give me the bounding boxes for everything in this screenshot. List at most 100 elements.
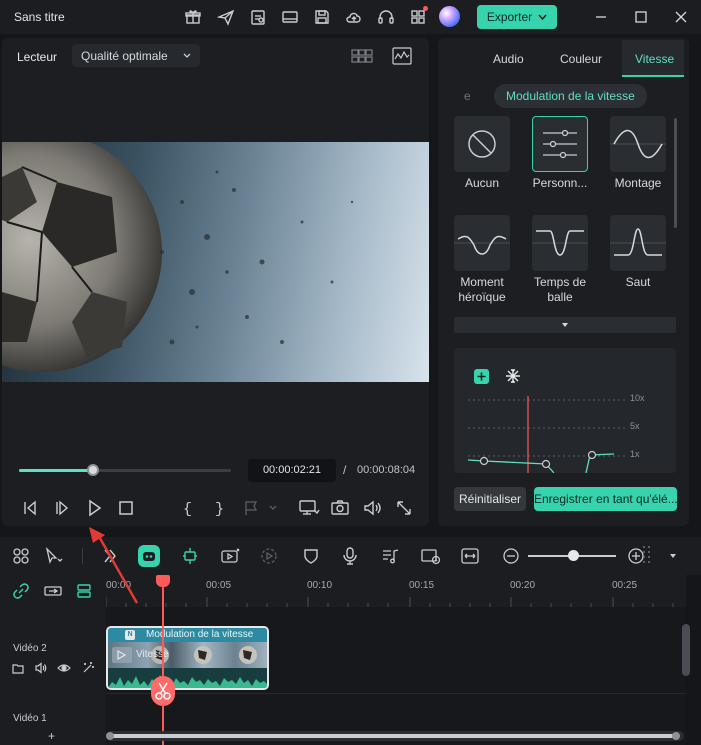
group-icon[interactable] <box>43 583 63 599</box>
marker-icon[interactable] <box>242 498 277 518</box>
maximize-icon[interactable] <box>632 8 650 26</box>
time-current[interactable]: 00:00:02:21 <box>248 459 336 482</box>
subtab-standard[interactable]: e <box>464 89 471 103</box>
link-icon[interactable] <box>12 583 30 599</box>
playhead-handle[interactable] <box>156 575 170 587</box>
caret-down-icon[interactable] <box>669 553 677 559</box>
folder-icon[interactable] <box>11 661 25 675</box>
chevron-down-icon <box>538 14 547 20</box>
avatar-icon[interactable] <box>439 6 460 27</box>
freeze-icon[interactable] <box>504 367 522 385</box>
add-track-button[interactable]: + <box>48 729 55 743</box>
ruler-tick: 00:10 <box>307 580 333 591</box>
scroll-handle-right[interactable] <box>672 732 680 740</box>
playback-progress[interactable] <box>19 464 231 476</box>
track-divider <box>106 693 686 694</box>
music-list-icon[interactable] <box>380 546 400 566</box>
reset-button[interactable]: Réinitialiser <box>454 487 526 511</box>
preset-label: Saut <box>625 275 651 289</box>
grid-view-icon[interactable] <box>351 48 373 64</box>
shield-icon[interactable] <box>301 546 321 566</box>
display-icon[interactable] <box>298 498 320 518</box>
preset-thumb <box>532 215 588 271</box>
scroll-handle-left[interactable] <box>106 732 114 740</box>
playhead-line[interactable] <box>162 575 164 745</box>
close-icon[interactable] <box>672 8 690 26</box>
prev-frame-icon[interactable] <box>20 498 40 518</box>
preset-personnalise[interactable]: Personn... <box>532 116 588 191</box>
preset-aucun[interactable]: Aucun <box>454 116 510 191</box>
volume-icon[interactable] <box>362 498 382 518</box>
cloud-upload-icon[interactable] <box>345 8 363 26</box>
fullscreen-icon[interactable] <box>394 498 414 518</box>
preset-saut[interactable]: Saut <box>610 215 666 290</box>
playback-speed-icon[interactable] <box>259 546 279 566</box>
layout-icon[interactable] <box>11 546 31 566</box>
sliders-icon <box>543 129 577 159</box>
gift-icon[interactable] <box>184 8 202 26</box>
grid-icon[interactable] <box>409 6 428 26</box>
video-effect-icon[interactable] <box>220 546 240 566</box>
video-preview[interactable] <box>2 142 429 382</box>
time-separator: / <box>343 463 347 477</box>
time-total: 00:00:08:04 <box>357 464 416 476</box>
preset-moment-heroique[interactable]: Moment héroïque <box>454 215 510 305</box>
export-label: Exporter <box>486 10 533 24</box>
speed-curve-editor[interactable]: 10x 5x 1x <box>454 348 676 473</box>
chevron-down-icon <box>183 53 191 58</box>
zoom-knob[interactable] <box>568 550 579 561</box>
save-icon[interactable] <box>313 8 331 26</box>
track-volume-icon[interactable] <box>34 661 48 675</box>
preset-label: Moment héroïque <box>458 275 506 304</box>
monitor-icon[interactable] <box>281 8 299 26</box>
zoom-out-icon[interactable] <box>501 546 521 566</box>
export-button[interactable]: Exporter <box>477 5 557 29</box>
expand-presets-bar[interactable] <box>454 317 676 333</box>
send-icon[interactable] <box>217 8 235 26</box>
minimize-icon[interactable] <box>592 8 610 26</box>
football-image <box>2 142 354 372</box>
timeline-clip[interactable]: Modulation de la vitesse N Vitesse <box>106 626 269 690</box>
annotation-arrow <box>89 527 139 604</box>
vertical-scrollbar[interactable] <box>682 624 690 676</box>
waveform-icon[interactable] <box>392 47 412 65</box>
headset-icon[interactable] <box>377 8 395 26</box>
scissors-icon[interactable] <box>151 676 175 706</box>
quality-select[interactable]: Qualité optimale <box>72 44 200 67</box>
clipboard-icon[interactable] <box>249 8 267 26</box>
preset-thumb <box>454 215 510 271</box>
svg-text:}: } <box>215 501 224 518</box>
preset-thumb <box>532 116 588 172</box>
curve-bullet-time-icon <box>532 230 588 256</box>
magic-wand-icon[interactable] <box>81 661 95 675</box>
player-panel: Lecteur Qualité optimale 00:00:02:21 / 0… <box>2 38 429 526</box>
notification-dot <box>423 6 428 11</box>
progress-knob[interactable] <box>87 464 100 476</box>
preset-montage[interactable]: Montage <box>610 116 666 191</box>
camera-icon[interactable] <box>330 498 350 518</box>
timeline-ruler[interactable]: 00:00 00:05 00:10 00:15 00:20 00:25 <box>106 575 686 607</box>
clip-audio-waveform <box>108 668 267 688</box>
stop-icon[interactable] <box>116 498 136 518</box>
play-icon[interactable] <box>84 498 104 518</box>
tab-vitesse[interactable]: Vitesse <box>635 52 674 66</box>
subtab-modulation[interactable]: Modulation de la vitesse <box>494 84 647 108</box>
clip-settings-icon[interactable] <box>420 546 441 566</box>
add-point-icon[interactable] <box>474 369 489 384</box>
presets-scrollbar[interactable] <box>674 118 677 228</box>
horizontal-scroll-thumb[interactable] <box>110 734 676 738</box>
mark-in-icon[interactable]: { <box>177 498 197 518</box>
fit-timeline-icon[interactable] <box>460 546 480 566</box>
microphone-icon[interactable] <box>340 546 360 566</box>
mark-out-icon[interactable]: } <box>209 498 229 518</box>
save-as-preset-button[interactable]: Enregistrer en tant qu'élé... <box>534 487 677 511</box>
eye-icon[interactable] <box>57 661 71 675</box>
snap-icon[interactable] <box>180 546 200 566</box>
tab-audio[interactable]: Audio <box>493 52 524 66</box>
tab-couleur[interactable]: Couleur <box>560 52 602 66</box>
next-frame-icon[interactable] <box>52 498 72 518</box>
grid-dots-icon[interactable] <box>641 544 661 564</box>
preset-temps-de-balle[interactable]: Temps de balle <box>532 215 588 305</box>
waveform <box>108 675 267 688</box>
select-tool-icon[interactable] <box>43 546 63 566</box>
